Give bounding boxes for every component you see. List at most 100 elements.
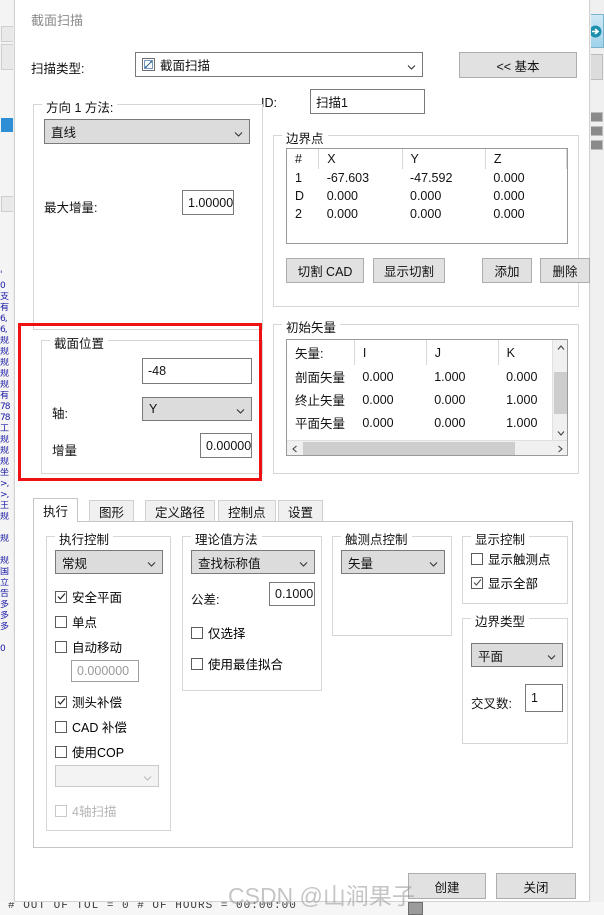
touch-point-control-title: 触测点控制	[341, 529, 412, 548]
initial-vector-grid: 矢量: I J K 剖面矢量 0.000 1.000 0.000 终止矢量 0.…	[287, 340, 554, 434]
theoretical-method-group: 理论值方法 查找标称值 公差: 0.1000 仅选择 使用最佳拟合	[182, 529, 322, 691]
show-all-checkbox[interactable]: 显示全部	[471, 573, 538, 592]
initial-vector-table[interactable]: 矢量: I J K 剖面矢量 0.000 1.000 0.000 终止矢量 0.…	[286, 339, 568, 456]
exec-mode-value: 常规	[62, 556, 88, 571]
select-only-checkbox[interactable]: 仅选择	[191, 623, 246, 642]
direction-method-combo[interactable]: 直线	[44, 119, 250, 144]
cop-combo[interactable]	[55, 765, 159, 787]
chevron-down-icon	[299, 558, 308, 567]
use-cop-label: 使用COP	[72, 746, 125, 760]
col-i: I	[354, 340, 427, 365]
scroll-down-icon[interactable]	[553, 425, 567, 440]
scroll-right-icon[interactable]	[552, 441, 567, 455]
cell-j: 1.000	[434, 369, 466, 384]
max-increment-input[interactable]: 1.00000	[182, 190, 234, 215]
cell-k: 1.000	[506, 392, 538, 407]
auto-move-checkbox[interactable]: 自动移动	[55, 637, 122, 656]
tab-define-path[interactable]: 定义路径	[145, 500, 216, 522]
checkbox-icon	[471, 552, 483, 565]
cell-z: 0.000	[493, 171, 525, 185]
scroll-up-icon[interactable]	[553, 340, 567, 355]
right-scroll-segment[interactable]	[588, 54, 603, 80]
table-row[interactable]: 终止矢量 0.000 0.000 1.000	[287, 388, 554, 411]
tolerance-input[interactable]: 0.1000	[269, 582, 315, 606]
section-position-title: 截面位置	[50, 333, 109, 352]
checkbox-icon	[55, 640, 67, 653]
table-row[interactable]: 1 -67.603 -47.592 0.000	[287, 169, 567, 187]
table-header-row: 矢量: I J K	[287, 340, 554, 365]
use-cop-checkbox[interactable]: 使用COP	[55, 742, 124, 761]
best-fit-checkbox[interactable]: 使用最佳拟合	[191, 654, 283, 673]
single-point-label: 单点	[72, 616, 98, 630]
axis-combo[interactable]: Y	[142, 397, 252, 421]
cut-cad-button[interactable]: 切割 CAD	[286, 258, 364, 283]
boundary-type-combo[interactable]: 平面	[471, 643, 563, 667]
probe-compensation-checkbox[interactable]: 测头补偿	[55, 692, 122, 711]
table-row[interactable]: 剖面矢量 0.000 1.000 0.000	[287, 365, 554, 388]
best-fit-label: 使用最佳拟合	[208, 658, 284, 672]
cell-i: 0.000	[362, 415, 394, 430]
cad-compensation-checkbox[interactable]: CAD 补偿	[55, 717, 127, 736]
tab-execute[interactable]: 执行	[33, 498, 79, 522]
col-index: #	[287, 149, 320, 169]
vscroll-thumb[interactable]	[554, 372, 567, 414]
tab-settings[interactable]: 设置	[278, 500, 324, 522]
safe-plane-checkbox[interactable]: 安全平面	[55, 587, 122, 606]
cell-vector-name: 平面矢量	[295, 417, 346, 431]
vector-table-vscrollbar[interactable]	[552, 340, 567, 440]
theoretical-method-combo[interactable]: 查找标称值	[191, 550, 315, 574]
cell-y: -47.592	[410, 171, 453, 185]
single-point-checkbox[interactable]: 单点	[55, 612, 97, 631]
table-row[interactable]: 平面矢量 0.000 0.000 1.000	[287, 411, 554, 434]
vector-table-hscrollbar[interactable]	[287, 440, 567, 455]
tab-control-points[interactable]: 控制点	[218, 500, 276, 522]
tab-strip: 执行 图形 定义路径 控制点 设置	[33, 498, 573, 522]
table-row[interactable]: 2 0.000 0.000 0.000	[287, 205, 567, 223]
exec-control-group: 执行控制 常规 安全平面 单点 自动移动 0.000000 测头补偿 CAD 补…	[46, 529, 171, 831]
direction-method-value: 直线	[51, 126, 77, 140]
scan-type-combo[interactable]: 截面扫描	[135, 52, 423, 77]
id-input[interactable]: 扫描1	[310, 89, 425, 114]
cell-i: 0.000	[362, 369, 394, 384]
exec-control-title: 执行控制	[55, 529, 114, 548]
right-scroll-segment[interactable]	[588, 140, 603, 150]
chevron-down-icon	[234, 127, 243, 137]
cell-z: 0.000	[493, 189, 525, 203]
right-scroll-segment[interactable]	[588, 112, 603, 122]
table-header-row: # X Y Z	[287, 149, 567, 169]
safe-plane-label: 安全平面	[72, 591, 123, 605]
col-x: X	[318, 149, 403, 169]
exec-mode-combo[interactable]: 常规	[55, 550, 163, 574]
checkbox-icon	[55, 720, 67, 733]
table-row[interactable]: D 0.000 0.000 0.000	[287, 187, 567, 205]
display-control-group: 显示控制 显示触测点 显示全部	[462, 529, 568, 604]
direction-method-title: 方向 1 方法:	[42, 97, 118, 116]
section-position-input[interactable]: -48	[142, 358, 252, 384]
scroll-left-icon[interactable]	[287, 441, 302, 455]
increment-input[interactable]: 0.00000	[200, 433, 252, 458]
checkbox-icon	[55, 745, 67, 758]
boundary-type-group: 边界类型 平面 交叉数: 1	[462, 611, 568, 744]
create-button[interactable]: 创建	[408, 873, 486, 899]
touch-point-combo[interactable]: 矢量	[341, 550, 445, 574]
cell-index: D	[295, 189, 305, 203]
show-all-label: 显示全部	[488, 577, 539, 591]
close-button[interactable]: 关闭	[496, 873, 576, 899]
boundary-points-table[interactable]: # X Y Z 1 -67.603 -47.592 0.000 D 0.000 …	[286, 148, 568, 244]
cell-index: 2	[295, 207, 302, 221]
add-button[interactable]: 添加	[482, 258, 532, 283]
delete-button[interactable]: 删除	[540, 258, 590, 283]
boundary-points-title: 边界点	[282, 128, 328, 147]
tab-graphics[interactable]: 图形	[89, 500, 135, 522]
checkbox-icon	[55, 615, 67, 628]
basic-toggle-button[interactable]: << 基本	[459, 52, 577, 78]
auto-move-input[interactable]: 0.000000	[71, 660, 139, 682]
boundary-type-title: 边界类型	[471, 611, 530, 630]
status-bar-badge-icon	[408, 902, 423, 915]
hscroll-thumb[interactable]	[303, 442, 515, 455]
cross-count-input[interactable]: 1	[525, 684, 563, 712]
show-touch-points-checkbox[interactable]: 显示触测点	[471, 549, 551, 568]
right-scroll-segment[interactable]	[588, 126, 603, 136]
show-cut-button[interactable]: 显示切割	[373, 258, 445, 283]
cad-compensation-label: CAD 补偿	[72, 721, 127, 735]
